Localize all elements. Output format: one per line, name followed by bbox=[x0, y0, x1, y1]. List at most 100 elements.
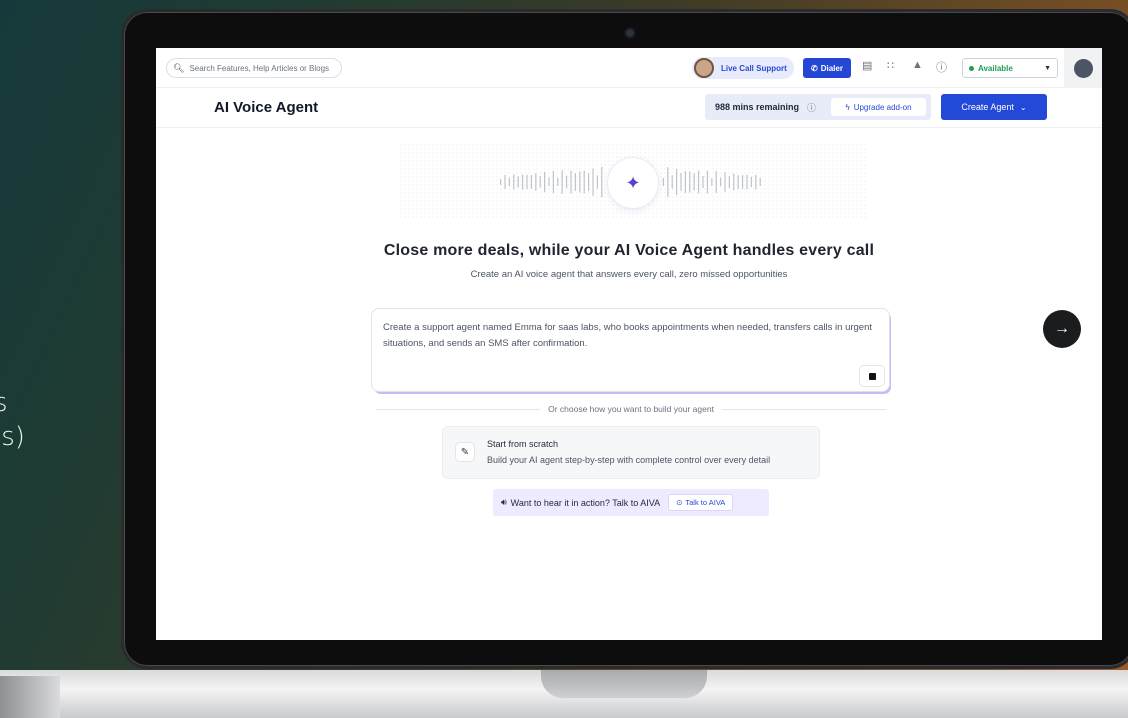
live-call-support-label: Live Call Support bbox=[721, 63, 787, 73]
info-icon[interactable]: ⓘ bbox=[807, 101, 816, 114]
laptop-notch bbox=[541, 670, 707, 698]
talk-to-aiva-label: Talk to AIVA bbox=[685, 498, 726, 507]
wave-bar bbox=[742, 175, 744, 189]
scratch-title: Start from scratch bbox=[487, 439, 559, 449]
dialer-button[interactable]: ✆ Dialer bbox=[803, 58, 851, 78]
wave-bar bbox=[583, 170, 585, 194]
headphones-icon: ⊙ bbox=[676, 498, 683, 507]
search-placeholder: Search Features, Help Articles or Blogs bbox=[189, 63, 330, 73]
background-caption: s ls) bbox=[0, 386, 25, 454]
stop-button[interactable] bbox=[859, 365, 885, 387]
wave-bar bbox=[702, 176, 704, 188]
divider-text: Or choose how you want to build your age… bbox=[548, 404, 714, 414]
wave-bar bbox=[676, 168, 678, 196]
pencil-icon: ✎ bbox=[455, 442, 475, 462]
divider: Or choose how you want to build your age… bbox=[376, 403, 887, 415]
wave-bar bbox=[552, 170, 554, 194]
availability-label: Available bbox=[978, 63, 1013, 73]
laptop-base-edge bbox=[0, 676, 60, 718]
wave-bar bbox=[667, 167, 669, 197]
agent-prompt-textarea[interactable]: Create a support agent named Emma for sa… bbox=[371, 308, 890, 392]
wave-bar bbox=[548, 177, 550, 187]
wave-bar bbox=[513, 174, 515, 190]
wave-bar bbox=[539, 176, 541, 188]
wave-bar bbox=[526, 174, 528, 190]
chat-icon[interactable]: ▤ bbox=[862, 59, 872, 72]
wave-bar bbox=[517, 176, 519, 188]
stop-icon bbox=[868, 372, 876, 380]
upgrade-addon-button[interactable]: ϟ Upgrade add-on bbox=[831, 98, 926, 116]
chevron-down-icon: ⌄ bbox=[1019, 102, 1027, 112]
wave-bar bbox=[711, 178, 713, 186]
arrow-right-icon[interactable]: → bbox=[1043, 310, 1081, 348]
lightning-icon: ϟ bbox=[845, 102, 850, 112]
wave-bar bbox=[579, 171, 581, 193]
upgrade-addon-label: Upgrade add-on bbox=[853, 102, 912, 112]
wave-bar bbox=[561, 170, 563, 194]
wave-bar bbox=[601, 166, 603, 198]
aiva-banner: 🔊︎ Want to hear it in action? Talk to AI… bbox=[493, 489, 769, 516]
availability-select[interactable]: Available ▼ bbox=[962, 58, 1058, 78]
minutes-remaining-label: 988 mins remaining bbox=[715, 102, 800, 112]
aiva-prompt: Want to hear it in action? Talk to AIVA bbox=[510, 497, 661, 508]
search-input[interactable]: 🔍︎ Search Features, Help Articles or Blo… bbox=[166, 58, 342, 78]
wave-bar bbox=[689, 171, 691, 193]
wave-bar bbox=[746, 174, 748, 190]
hero-headline: Close more deals, while your AI Voice Ag… bbox=[383, 242, 875, 259]
background-caption-line-1: s bbox=[0, 388, 8, 418]
wave-bar bbox=[724, 172, 726, 192]
wave-bar bbox=[522, 174, 524, 190]
wave-bar bbox=[504, 174, 506, 190]
support-avatar bbox=[694, 58, 714, 78]
wave-bar bbox=[500, 179, 502, 185]
wave-bar bbox=[530, 175, 532, 189]
prompt-text: Create a support agent named Emma for sa… bbox=[383, 322, 872, 349]
start-from-scratch-card[interactable]: ✎ Start from scratch Build your AI agent… bbox=[442, 426, 820, 479]
wave-bar bbox=[535, 173, 537, 191]
create-agent-label: Create Agent bbox=[961, 102, 1014, 112]
wave-bar bbox=[733, 173, 735, 191]
page-title: AI Voice Agent bbox=[214, 99, 319, 116]
camera-icon bbox=[626, 29, 634, 37]
page-header: AI Voice Agent 988 mins remaining ⓘ ϟ Up… bbox=[156, 88, 1102, 128]
phone-icon: ✆ bbox=[811, 63, 818, 73]
dialer-label: Dialer bbox=[820, 63, 843, 73]
apps-grid-icon[interactable]: ∷ bbox=[887, 59, 894, 72]
notification-bell-icon[interactable]: ▲ bbox=[912, 59, 923, 71]
wave-bar bbox=[566, 175, 568, 189]
wave-bar bbox=[750, 176, 752, 188]
wave-bar bbox=[588, 173, 590, 191]
status-dot-icon bbox=[969, 65, 974, 71]
wave-bar bbox=[693, 173, 695, 191]
chevron-down-icon: ▼ bbox=[1044, 64, 1051, 72]
wave-bar bbox=[755, 174, 757, 190]
background-caption-line-2: ls) bbox=[0, 422, 25, 452]
help-icon[interactable]: ⓘ bbox=[936, 59, 947, 75]
wave-bar bbox=[759, 178, 761, 186]
search-icon: 🔍︎ bbox=[173, 62, 185, 73]
wave-bar bbox=[698, 170, 700, 194]
wave-bar bbox=[737, 175, 739, 189]
talk-to-aiva-button[interactable]: ⊙ Talk to AIVA bbox=[668, 494, 734, 511]
profile-button[interactable] bbox=[1064, 48, 1102, 88]
wave-bar bbox=[544, 171, 546, 193]
scratch-description: Build your AI agent step-by-step with co… bbox=[487, 455, 771, 465]
user-avatar-icon bbox=[1073, 58, 1093, 78]
wave-bar bbox=[680, 172, 682, 192]
wave-bar bbox=[728, 176, 730, 188]
wave-bar bbox=[557, 178, 559, 186]
wave-bar bbox=[592, 168, 594, 196]
wave-bar bbox=[570, 170, 572, 194]
headset-icon: ✦ bbox=[608, 158, 658, 208]
create-agent-button[interactable]: Create Agent ⌄ bbox=[941, 94, 1047, 120]
wave-bar bbox=[662, 178, 664, 186]
wave-bar bbox=[684, 171, 686, 193]
wave-bar bbox=[508, 177, 510, 187]
speaker-icon: 🔊︎ bbox=[501, 497, 507, 507]
live-call-support-button[interactable]: Live Call Support bbox=[692, 57, 794, 79]
hero-subheadline: Create an AI voice agent that answers ev… bbox=[470, 269, 788, 280]
app-screen: 🔍︎ Search Features, Help Articles or Blo… bbox=[156, 48, 1102, 640]
wave-bar bbox=[671, 175, 673, 189]
wave-bar bbox=[720, 177, 722, 187]
wave-bar bbox=[574, 173, 576, 191]
